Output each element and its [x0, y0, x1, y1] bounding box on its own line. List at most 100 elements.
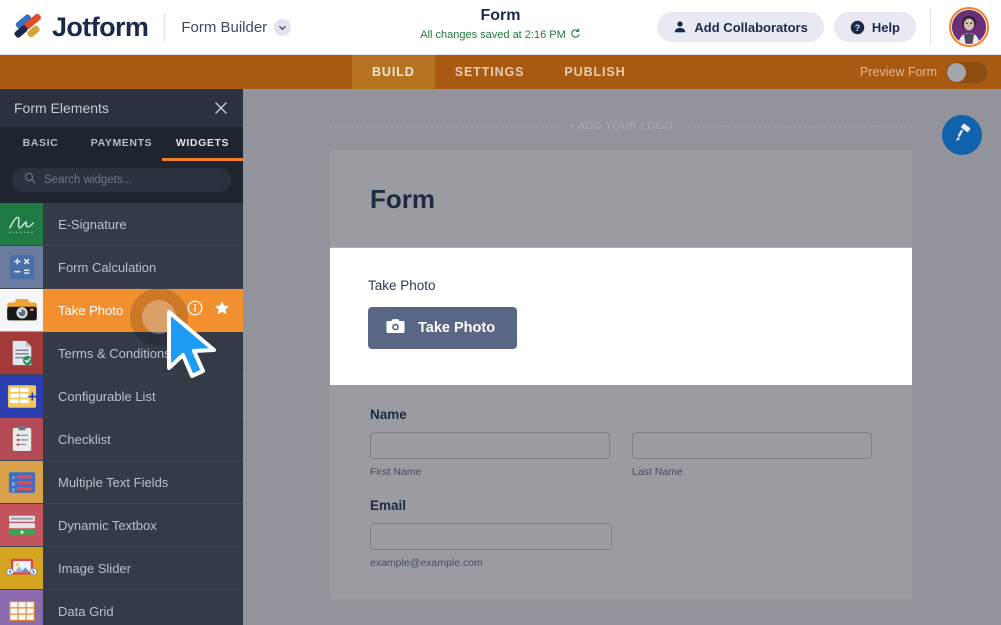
panel-tab-basic-label: BASIC [23, 137, 59, 149]
widget-item-data-grid[interactable]: Data Grid [0, 590, 243, 625]
panel-tab-basic[interactable]: BASIC [0, 127, 81, 161]
list-grid-icon [0, 375, 43, 417]
search-input[interactable]: Search widgets... [12, 168, 231, 192]
header-left: Jotform Form Builder [0, 0, 291, 54]
widget-item-multiple-text-fields[interactable]: A B C Multiple Text Fields [0, 461, 243, 504]
panel-tab-widgets-label: WIDGETS [176, 137, 229, 149]
tab-settings-label: SETTINGS [455, 65, 525, 79]
widget-item-checklist[interactable]: Checklist [0, 418, 243, 461]
widget-actions [187, 289, 243, 331]
widget-item-image-slider[interactable]: Image Slider [0, 547, 243, 590]
brand-name: Jotform [52, 12, 148, 43]
panel-tab-widgets[interactable]: WIDGETS [162, 127, 243, 161]
panel-title: Form Elements [14, 100, 109, 116]
info-icon[interactable] [187, 300, 203, 321]
preview-form-label: Preview Form [860, 65, 937, 79]
product-menu[interactable]: Form Builder [181, 19, 291, 36]
tab-settings[interactable]: SETTINGS [435, 55, 545, 89]
logo-dash-left [330, 126, 559, 127]
take-photo-widget[interactable]: Take Photo Take Photo [330, 247, 912, 385]
toggle-knob [947, 63, 966, 82]
data-grid-icon [0, 590, 43, 625]
form-fields: Name First Name Last Name Email [330, 385, 912, 599]
svg-text:B: B [11, 481, 14, 486]
search-placeholder: Search widgets... [44, 174, 132, 186]
builder-tabbar: BUILD SETTINGS PUBLISH Preview Form [0, 55, 1001, 89]
last-name-col: Last Name [632, 432, 872, 478]
last-name-hint: Last Name [632, 466, 872, 478]
email-input[interactable] [370, 523, 612, 550]
search-row: Search widgets... [0, 161, 243, 203]
app-header: Jotform Form Builder Form All changes sa… [0, 0, 1001, 55]
user-avatar-image [952, 10, 986, 44]
widget-label: Image Slider [43, 547, 243, 589]
save-status: All changes saved at 2:16 PM [420, 28, 581, 43]
widget-label: Terms & Conditions [43, 332, 243, 374]
textbox-icon [0, 504, 43, 546]
widget-item-e-signature[interactable]: E-Signature [0, 203, 243, 246]
help-button[interactable]: ? Help [834, 12, 916, 42]
form-designer-button[interactable] [942, 115, 982, 155]
preview-form-toggle[interactable] [946, 62, 987, 83]
widget-label: Multiple Text Fields [43, 461, 243, 503]
take-photo-button-label: Take Photo [418, 320, 495, 336]
tab-build[interactable]: BUILD [352, 55, 435, 89]
star-icon[interactable] [214, 300, 230, 321]
jotform-logo-icon [14, 13, 44, 41]
add-logo-row[interactable]: + ADD YOUR LOGO [330, 118, 912, 134]
panel-tabs: BASIC PAYMENTS WIDGETS [0, 127, 243, 161]
close-icon[interactable] [213, 100, 229, 116]
signature-icon [0, 203, 43, 245]
undo-icon [570, 28, 581, 43]
widget-label: Data Grid [43, 590, 243, 625]
field-email-label: Email [370, 498, 872, 513]
first-name-col: First Name [370, 432, 610, 478]
jotform-form-builder: Jotform Form Builder Form All changes sa… [0, 0, 1001, 625]
form-header-block[interactable]: Form [330, 150, 912, 247]
widget-item-dynamic-textbox[interactable]: Dynamic Textbox [0, 504, 243, 547]
avatar[interactable] [949, 7, 989, 47]
header-right-divider [930, 10, 931, 44]
last-name-input[interactable] [632, 432, 872, 459]
help-label: Help [872, 20, 900, 35]
document-check-icon [0, 332, 43, 374]
calculator-icon [0, 246, 43, 288]
take-photo-button[interactable]: Take Photo [368, 307, 517, 349]
widget-label: Checklist [43, 418, 243, 460]
add-logo-label: + ADD YOUR LOGO [569, 120, 673, 132]
paint-roller-icon [951, 122, 973, 149]
add-collaborators-label: Add Collaborators [694, 20, 807, 35]
svg-text:?: ? [855, 22, 860, 32]
form-heading: Form [370, 184, 872, 215]
widget-label: Dynamic Textbox [43, 504, 243, 546]
widget-item-configurable-list[interactable]: Configurable List [0, 375, 243, 418]
tab-publish[interactable]: PUBLISH [544, 55, 645, 89]
tab-build-label: BUILD [372, 65, 415, 79]
panel-tab-payments-label: PAYMENTS [91, 137, 152, 149]
image-slider-icon [0, 547, 43, 589]
widget-list: E-Signature Form Calculation [0, 203, 243, 625]
widget-label: E-Signature [43, 203, 243, 245]
tab-publish-label: PUBLISH [564, 65, 625, 79]
camera-icon [0, 289, 43, 331]
take-photo-widget-label: Take Photo [368, 278, 874, 293]
panel-tab-payments[interactable]: PAYMENTS [81, 127, 162, 161]
search-icon [24, 171, 36, 189]
save-status-text: All changes saved at 2:16 PM [420, 28, 566, 42]
widget-label: Form Calculation [43, 246, 243, 288]
first-name-hint: First Name [370, 466, 610, 478]
field-email[interactable]: Email example@example.com [370, 498, 872, 569]
email-hint: example@example.com [370, 557, 872, 569]
field-name-row: First Name Last Name [370, 432, 872, 478]
logo-dash-right [683, 126, 912, 127]
widget-item-terms-conditions[interactable]: Terms & Conditions [0, 332, 243, 375]
add-collaborators-button[interactable]: Add Collaborators [657, 12, 823, 42]
widget-item-form-calculation[interactable]: Form Calculation [0, 246, 243, 289]
panel-header: Form Elements [0, 89, 243, 127]
widget-item-take-photo[interactable]: Take Photo [0, 289, 243, 332]
form-preview-card: Form Take Photo Take Photo [330, 150, 912, 599]
first-name-input[interactable] [370, 432, 610, 459]
widget-label: Take Photo [43, 289, 187, 331]
product-menu-label: Form Builder [181, 19, 267, 36]
field-name[interactable]: Name First Name Last Name [370, 407, 872, 478]
